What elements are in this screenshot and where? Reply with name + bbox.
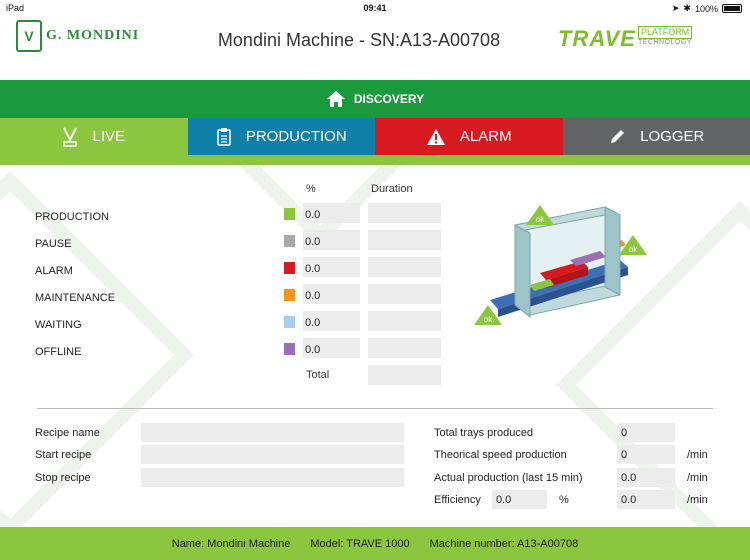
tab-production-label: PRODUCTION [245, 128, 347, 145]
start-recipe-label: Start recipe [35, 449, 92, 461]
state-duration-offline [368, 338, 441, 358]
section-divider [37, 408, 713, 409]
trave-brand-text: TRAVE [558, 26, 636, 51]
pct-column-header: % [306, 183, 316, 195]
bluetooth-icon: ✱ [683, 3, 691, 13]
footer-machine-name: Name: Mondini Machine [171, 537, 291, 550]
tab-alarm[interactable]: ALARM [375, 118, 563, 155]
state-label-production: PRODUCTION [35, 211, 109, 223]
ok-badge-left: ok [484, 315, 493, 324]
home-icon [326, 91, 345, 107]
theoretical-speed-value: 0 [617, 445, 675, 464]
machine-info-footer: Name: Mondini Machine Model: TRAVE 1000 … [0, 527, 750, 560]
tab-production[interactable]: PRODUCTION [187, 118, 375, 155]
actual-production-label: Actual production (last 15 min) [434, 472, 583, 484]
stop-recipe-value [141, 468, 404, 487]
discovery-button[interactable]: DISCOVERY [0, 80, 750, 118]
status-bar: iPad 09:41 ➤ ✱ 100% [0, 0, 750, 16]
tab-live[interactable]: LIVE [0, 118, 188, 155]
total-duration [368, 365, 441, 385]
tab-logger[interactable]: LOGGER [562, 118, 750, 155]
tab-bar: LIVE PRODUCTION ALARM LOGGER [0, 118, 750, 155]
clipboard-icon [217, 127, 231, 146]
state-duration-alarm [368, 257, 441, 277]
trave-tech-text: TECHNOLOGY [637, 39, 692, 46]
discovery-label: DISCOVERY [353, 92, 425, 106]
active-tab-indicator [0, 155, 750, 165]
efficiency-pct-unit: % [559, 494, 569, 506]
tab-logger-label: LOGGER [640, 128, 705, 145]
start-recipe-value [141, 445, 404, 464]
ok-badge-right: ok [629, 245, 638, 254]
state-pct-pause: 0.0 [303, 230, 360, 250]
state-duration-pause [368, 230, 441, 250]
state-pct-maintenance: 0.0 [303, 284, 360, 304]
efficiency-value: 0.0 [492, 490, 547, 509]
actual-production-unit: /min [687, 472, 708, 484]
theoretical-speed-unit: /min [687, 449, 708, 461]
tab-alarm-label: ALARM [459, 128, 512, 145]
trays-value: 0 [617, 423, 675, 442]
state-label-pause: PAUSE [35, 238, 72, 250]
state-pct-waiting: 0.0 [303, 311, 360, 331]
state-label-waiting: WAITING [35, 319, 82, 331]
state-label-alarm: ALARM [35, 265, 73, 277]
pencil-icon [611, 129, 625, 143]
recipe-name-value [141, 423, 404, 442]
duration-column-header: Duration [371, 183, 413, 195]
location-icon: ➤ [671, 3, 680, 13]
warning-icon [426, 128, 445, 145]
state-color-maintenance [284, 289, 295, 301]
state-duration-maintenance [368, 284, 441, 304]
state-pct-offline: 0.0 [303, 338, 360, 358]
efficiency-label: Efficiency [434, 494, 481, 506]
state-color-production [284, 208, 295, 220]
recipe-name-label: Recipe name [35, 427, 100, 439]
battery-percent: 100% [694, 3, 718, 14]
trays-label: Total trays produced [434, 427, 534, 439]
footer-machine-number: Machine number: A13-A00708 [429, 537, 579, 550]
clock: 09:41 [363, 3, 387, 13]
state-duration-production [368, 203, 441, 223]
efficiency-rate-value: 0.0 [617, 490, 675, 509]
state-duration-waiting [368, 311, 441, 331]
machine-icon [63, 127, 78, 147]
battery-icon [722, 4, 742, 13]
state-color-waiting [284, 316, 295, 328]
total-label: Total [306, 369, 330, 381]
ok-badge-top: ok [536, 215, 545, 224]
trave-logo: TRAVE PLATFORM TECHNOLOGY [558, 26, 693, 52]
live-panel: % Duration PRODUCTION 0.0 PAUSE 0.0 ALAR… [0, 165, 750, 527]
state-color-pause [284, 235, 295, 247]
state-pct-alarm: 0.0 [303, 257, 360, 277]
tab-live-label: LIVE [92, 128, 126, 145]
actual-production-value: 0.0 [617, 468, 675, 487]
state-color-alarm [284, 262, 295, 274]
theoretical-speed-label: Theorical speed production [434, 449, 567, 461]
state-label-maintenance: MAINTENANCE [35, 292, 116, 304]
state-color-offline [284, 343, 295, 355]
footer-machine-model: Model: TRAVE 1000 [310, 537, 410, 550]
state-pct-production: 0.0 [303, 203, 360, 223]
trave-platform-text: PLATFORM [637, 26, 693, 39]
stop-recipe-label: Stop recipe [35, 472, 91, 484]
state-label-offline: OFFLINE [35, 346, 82, 358]
app-header: V G. MONDINI Mondini Machine - SN:A13-A0… [0, 16, 750, 80]
efficiency-rate-unit: /min [687, 494, 708, 506]
machine-diagram: ok ok ok [474, 205, 647, 325]
